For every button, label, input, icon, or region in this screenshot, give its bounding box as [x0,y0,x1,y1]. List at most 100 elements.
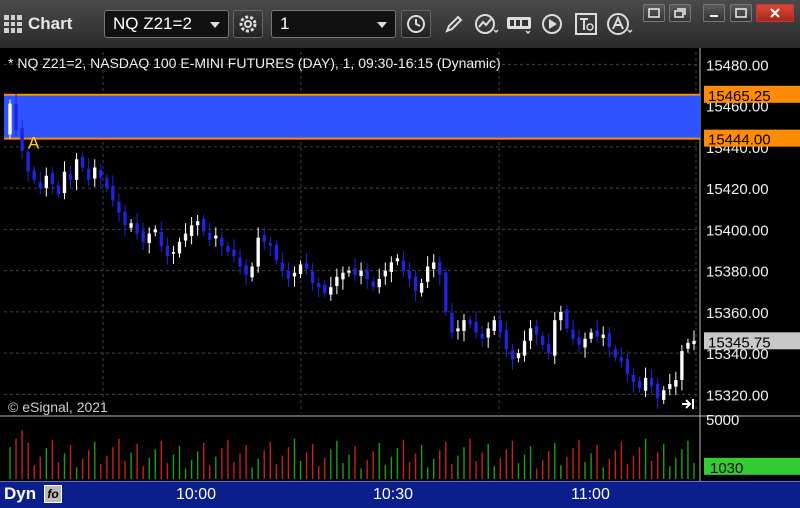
candle-body [541,335,545,345]
candle-body [528,328,533,341]
candle-body [353,268,357,275]
price-tick-label: 15360.00 [706,305,769,322]
candle-body [601,334,605,338]
chart-app-menu[interactable]: Chart [4,8,72,40]
candle-body [208,232,212,240]
candle-body [123,211,127,226]
candle-body [674,379,678,387]
candle-body [250,266,254,278]
candle-body [522,340,527,356]
copyright-label: © eSignal, 2021 [8,399,108,415]
volume-last-label: 1030 [710,460,743,477]
candle-body [189,225,194,237]
candle-body [292,272,297,277]
interval-selector[interactable]: 1 [271,10,396,38]
candle-body [177,241,182,254]
chart-toolbar: Chart NQ Z21=2 1 [0,0,800,49]
symbol-selector[interactable]: NQ Z21=2 [104,10,229,38]
price-tick-label: 15400.00 [706,222,769,239]
price-tick-label: 15480.00 [706,57,769,74]
marker-label-a: A [28,134,40,153]
candle-body [256,237,260,267]
close-button[interactable] [756,4,794,22]
candle-body [105,177,109,189]
candle-body [692,340,696,345]
candle-body [680,351,684,380]
candle-body [226,245,230,253]
candle-body [534,325,539,335]
candle-body [171,252,176,254]
replay-button[interactable] [537,10,567,38]
candle-body [165,245,170,257]
text-tool-button[interactable] [571,10,601,38]
candle-body [462,320,466,331]
minimize-button[interactable] [703,4,725,22]
link-icon [648,8,660,18]
scale-mode-label[interactable]: Dyn [4,484,36,504]
candle-body [141,231,145,242]
candle-body [183,233,188,241]
candle-body [347,270,351,273]
candle-body [8,103,12,135]
candle-body [111,185,115,201]
candle-body [686,342,690,349]
close-icon [770,8,780,18]
candle-body [262,235,266,242]
draw-tool-button[interactable] [439,10,469,38]
candle-body [38,182,42,189]
candle-body [56,185,61,195]
candle-body [244,265,248,275]
restore-icon [674,8,686,18]
candle-body [589,332,593,339]
candle-body [649,377,654,387]
candle-body [195,221,200,226]
maximize-icon [735,8,747,18]
formula-icon[interactable]: fo [44,485,62,503]
time-template-button[interactable] [401,10,431,38]
minimize-icon [710,15,718,17]
candle-body [432,262,436,270]
price-tick-label: 15320.00 [706,387,769,404]
candle-body [268,243,272,246]
pencil-icon [445,15,463,33]
candle-body [129,223,133,228]
candle-body [238,257,242,267]
candle-body [32,170,36,180]
candle-body [389,262,394,272]
text-tool-icon [575,13,597,35]
candle-body [214,235,218,239]
candle-body [383,270,387,277]
candle-body [559,311,563,321]
candle-body [280,262,285,271]
price-chart[interactable]: 15480.0015460.0015440.0015420.0015400.00… [0,48,800,481]
candle-body [80,156,85,168]
candle-body [135,223,139,234]
link-window-button[interactable] [643,4,665,22]
chart-title: * NQ Z21=2, NASDAQ 100 E-MINI FUTURES (D… [8,55,501,71]
get-icon [507,17,531,35]
price-tick-label: 15380.00 [706,264,769,281]
opening-range-band [4,94,700,139]
restore-button[interactable] [669,4,691,22]
candle-body [474,321,478,333]
candle-body [571,329,575,339]
candle-body [341,272,345,280]
settings-button[interactable] [233,10,263,38]
candle-body [516,353,521,359]
candle-body [498,320,502,333]
candle-body [631,375,636,383]
gear-icon [239,15,257,33]
maximize-button[interactable] [730,4,752,22]
chart-area[interactable]: 15480.00 15460.00 15440.00 15420.00 15400.00… [0,48,800,481]
candle-body [662,390,666,400]
candle-body [486,328,490,338]
candle-body [395,258,400,262]
candle-body [595,330,599,337]
get-data-button[interactable] [505,10,535,38]
candle-body [44,175,48,189]
symbol-value: NQ Z21=2 [113,14,192,33]
studies-button[interactable] [472,10,502,38]
alerts-button[interactable] [605,10,635,38]
candle-body [335,276,339,286]
time-label-1100: 11:00 [571,486,610,503]
